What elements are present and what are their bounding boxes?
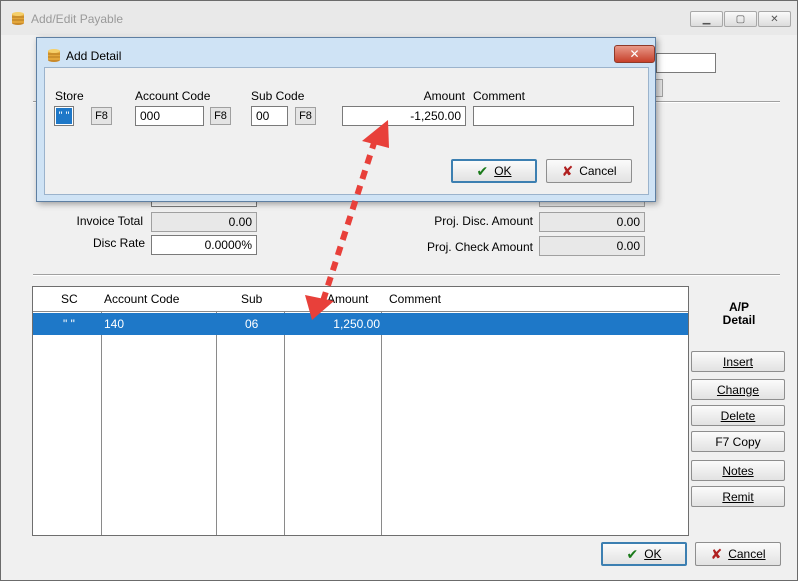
amount-input[interactable]: -1,250.00 <box>342 106 466 126</box>
grid-header-amount[interactable]: Amount <box>327 292 368 306</box>
account-lookup-f8[interactable]: F8 <box>210 107 231 125</box>
minimize-icon: ▁ <box>702 13 711 25</box>
separator-2 <box>33 274 780 276</box>
invoice-total-field: 0.00 <box>151 212 257 232</box>
sub-code-label: Sub Code <box>251 89 305 103</box>
grid-header-sub[interactable]: Sub <box>241 292 262 306</box>
maximize-icon: ▢ <box>735 13 746 25</box>
ap-detail-title: A/P Detail <box>704 301 774 327</box>
cell-account: 140 <box>104 317 125 331</box>
x-icon: ✘ <box>561 162 574 179</box>
disc-rate-label: Disc Rate <box>92 236 145 250</box>
sub-code-input[interactable]: 00 <box>251 106 288 126</box>
cell-sub: 06 <box>245 317 259 331</box>
minimize-button[interactable]: ▁ <box>690 11 723 27</box>
maximize-button[interactable]: ▢ <box>724 11 757 27</box>
main-titlebar: Add/Edit Payable ▁ ▢ ✕ <box>1 1 797 35</box>
store-label: Store <box>55 89 84 103</box>
table-row[interactable]: " " 140 06 1,250.00 <box>33 313 688 335</box>
close-icon: ✕ <box>770 13 779 25</box>
check-icon: ✔ <box>626 545 639 562</box>
grid-header: SC Account Code Sub Amount Comment <box>33 287 688 312</box>
disc-rate-field[interactable]: 0.0000% <box>151 235 257 255</box>
comment-input[interactable] <box>473 106 634 126</box>
proj-disc-field: 0.00 <box>539 212 645 232</box>
coins-stack-icon <box>48 49 60 62</box>
grid-header-comment[interactable]: Comment <box>389 292 441 306</box>
insert-button[interactable]: Insert <box>691 351 785 372</box>
account-code-input[interactable]: 000 <box>135 106 204 126</box>
store-value: " " <box>56 108 72 124</box>
dialog-title: Add Detail <box>66 49 122 63</box>
invoice-total-label: Invoice Total <box>76 214 144 228</box>
close-icon: ✕ <box>629 47 640 61</box>
store-lookup-f8[interactable]: F8 <box>91 107 112 125</box>
x-icon: ✘ <box>710 545 723 562</box>
account-code-label: Account Code <box>135 89 211 103</box>
close-window-button[interactable]: ✕ <box>758 11 791 27</box>
grid-header-sc[interactable]: SC <box>61 292 78 306</box>
store-input[interactable]: " " <box>54 106 74 126</box>
sub-lookup-f8[interactable]: F8 <box>295 107 316 125</box>
amount-label: Amount <box>423 89 465 103</box>
ap-detail-title-line2: Detail <box>722 313 756 327</box>
detail-grid[interactable]: SC Account Code Sub Amount Comment " " 1… <box>32 286 689 536</box>
header-field[interactable] <box>656 53 716 73</box>
comment-label: Comment <box>473 89 526 103</box>
copy-button[interactable]: F7 Copy <box>691 431 785 452</box>
cell-sc: " " <box>63 317 75 331</box>
dialog-close-button[interactable]: ✕ <box>614 45 655 63</box>
remit-button[interactable]: Remit <box>691 486 785 507</box>
ok-button[interactable]: ✔ OK <box>601 542 687 566</box>
check-icon: ✔ <box>476 162 489 179</box>
grid-header-account[interactable]: Account Code <box>104 292 179 306</box>
dialog-ok-button[interactable]: ✔ OK <box>451 159 537 183</box>
cell-amount: 1,250.00 <box>333 317 380 331</box>
proj-disc-label: Proj. Disc. Amount <box>434 214 533 228</box>
window-title: Add/Edit Payable <box>31 12 124 26</box>
dialog-body: Store Account Code Sub Code Amount Comme… <box>44 67 649 195</box>
change-button[interactable]: Change <box>691 379 785 400</box>
notes-button[interactable]: Notes <box>691 460 785 481</box>
delete-button[interactable]: Delete <box>691 405 785 426</box>
coins-stack-icon <box>12 12 24 25</box>
add-detail-dialog: Add Detail ✕ Store Account Code Sub Code… <box>36 37 656 202</box>
cancel-button[interactable]: ✘ Cancel <box>695 542 781 566</box>
proj-check-label: Proj. Check Amount <box>426 240 533 254</box>
dialog-cancel-button[interactable]: ✘ Cancel <box>546 159 632 183</box>
proj-check-field: 0.00 <box>539 236 645 256</box>
